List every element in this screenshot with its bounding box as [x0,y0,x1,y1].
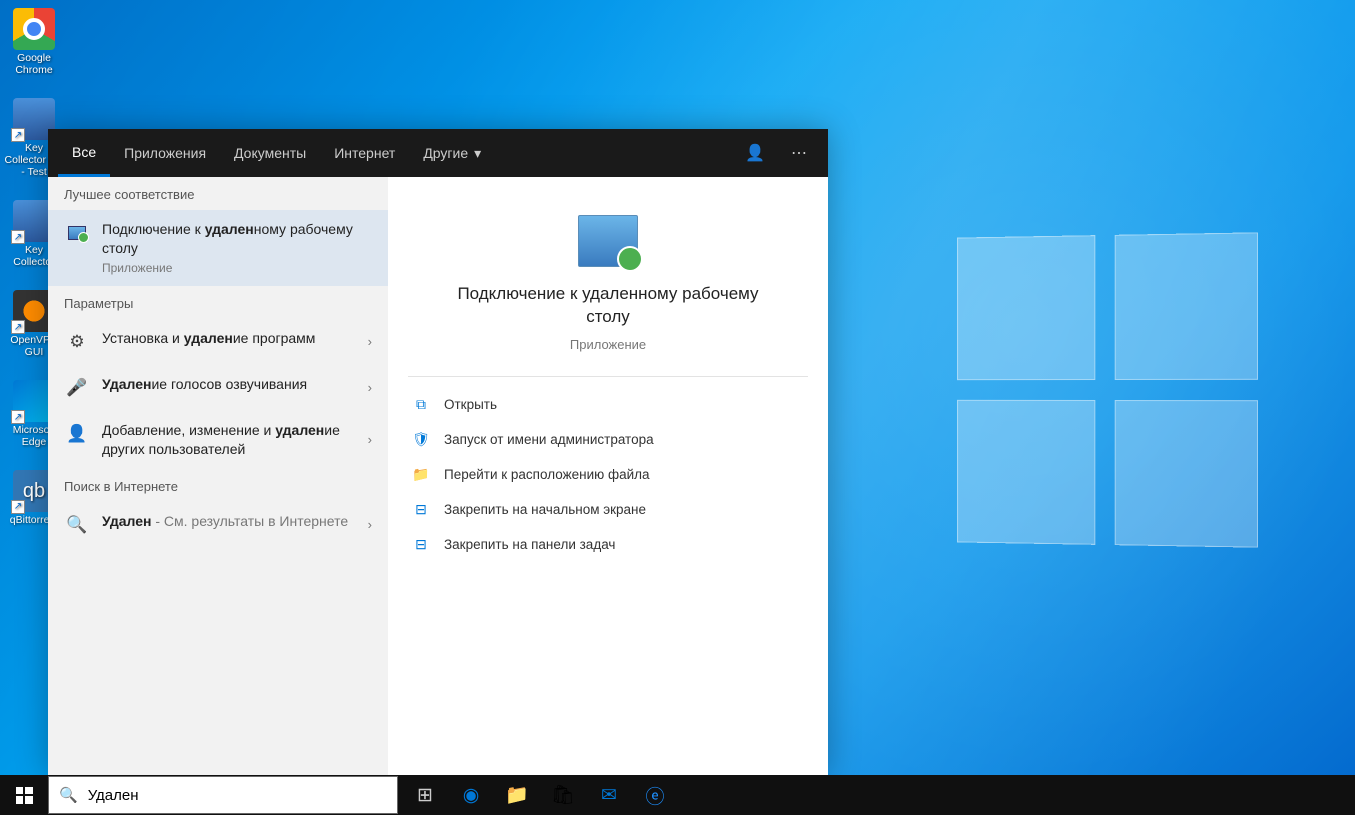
section-best-match: Лучшее соответствие [48,177,388,210]
action-open[interactable]: ⧉ Открыть [408,387,808,422]
result-subtitle: Приложение [102,260,372,276]
desktop: Google Chrome ↗ Key Collector 4.1 - Test… [0,0,1355,815]
action-pin-to-start[interactable]: ⊟ Закрепить на начальном экране [408,492,808,527]
taskbar-ie[interactable]: ⓔ [632,775,678,815]
taskbar: 🔍 ⊞ ◉ 📁 🛍 ✉ ⓔ [0,775,1355,815]
preview-subtitle: Приложение [408,337,808,352]
result-remote-desktop[interactable]: Подключение к удаленному рабочему столу … [48,210,388,286]
action-label: Открыть [444,397,497,412]
action-label: Закрепить на начальном экране [444,502,646,517]
desktop-icon-label: Google Chrome [4,52,64,76]
search-icon: 🔍 [59,786,78,804]
gear-icon: ⚙ [64,329,90,355]
separator [408,376,808,377]
action-label: Перейти к расположению файла [444,467,650,482]
action-open-file-location[interactable]: 📁 Перейти к расположению файла [408,457,808,492]
result-title: Подключение к удаленному рабочему столу [102,220,372,258]
user-icon: 👤 [64,421,90,447]
search-panel-header: Все Приложения Документы Интернет Другие… [48,129,828,177]
desktop-icon-chrome[interactable]: Google Chrome [4,8,64,76]
pin-start-icon: ⊟ [412,501,430,518]
taskbar-edge[interactable]: ◉ [448,775,494,815]
section-web: Поиск в Интернете [48,469,388,502]
pin-taskbar-icon: ⊟ [412,536,430,553]
chevron-right-icon: › [368,334,372,349]
result-title: Удален - См. результаты в Интернете [102,512,356,531]
action-label: Закрепить на панели задач [444,537,615,552]
remote-desktop-icon [578,215,638,267]
taskbar-search[interactable]: 🔍 [48,776,398,814]
tab-all[interactable]: Все [58,129,110,177]
result-manage-users[interactable]: 👤 Добавление, изменение и удаление други… [48,411,388,469]
chevron-right-icon: › [368,380,372,395]
taskbar-explorer[interactable]: 📁 [494,775,540,815]
start-button[interactable] [0,775,48,815]
result-title: Удаление голосов озвучивания [102,375,356,394]
action-pin-to-taskbar[interactable]: ⊟ Закрепить на панели задач [408,527,808,562]
admin-icon: 🛡 [412,431,430,448]
action-label: Запуск от имени администратора [444,432,654,447]
tab-docs[interactable]: Документы [220,129,320,177]
chevron-down-icon: ▾ [474,145,481,162]
result-uninstall-programs[interactable]: ⚙ Установка и удаление программ › [48,319,388,365]
section-settings: Параметры [48,286,388,319]
search-icon: 🔍 [64,512,90,538]
windows-logo-wallpaper [957,232,1258,547]
taskbar-mail[interactable]: ✉ [586,775,632,815]
chrome-icon [13,8,55,50]
search-results-list: Лучшее соответствие Подключение к удален… [48,177,388,776]
windows-icon [16,787,33,804]
result-title: Установка и удаление программ [102,329,356,348]
chevron-right-icon: › [368,432,372,447]
tab-apps[interactable]: Приложения [110,129,220,177]
chevron-right-icon: › [368,517,372,532]
mic-icon: 🎤 [64,375,90,401]
result-web-search[interactable]: 🔍 Удален - См. результаты в Интернете › [48,502,388,548]
folder-icon: 📁 [412,466,430,483]
result-remove-voices[interactable]: 🎤 Удаление голосов озвучивания › [48,365,388,411]
tab-other-label: Другие [423,145,468,161]
taskbar-task-view[interactable]: ⊞ [402,775,448,815]
search-panel: Все Приложения Документы Интернет Другие… [48,129,828,776]
tab-other[interactable]: Другие ▾ [409,129,495,177]
preview-title: Подключение к удаленному рабочему столу [408,283,808,329]
action-run-as-admin[interactable]: 🛡 Запуск от имени администратора [408,422,808,457]
open-icon: ⧉ [412,396,430,413]
tab-web[interactable]: Интернет [320,129,409,177]
result-title: Добавление, изменение и удаление других … [102,421,356,459]
taskbar-store[interactable]: 🛍 [540,775,586,815]
feedback-icon[interactable]: 👤 [736,134,774,172]
remote-desktop-icon [64,220,90,246]
more-icon[interactable]: ⋯ [780,134,818,172]
search-input[interactable] [88,787,387,804]
search-preview-pane: Подключение к удаленному рабочему столу … [388,177,828,776]
